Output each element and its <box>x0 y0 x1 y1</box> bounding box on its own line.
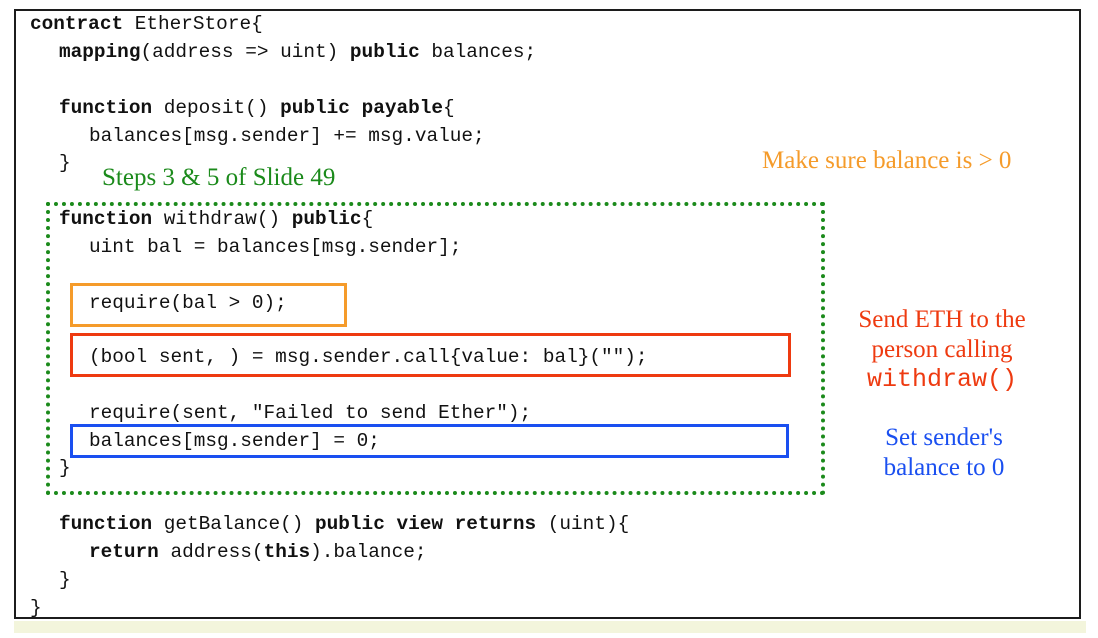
keyword: public <box>280 97 350 119</box>
send-eth-annotation: Send ETH to the person calling withdraw(… <box>832 305 1052 395</box>
set-balance-line-2: balance to 0 <box>883 454 1005 481</box>
keyword: mapping <box>59 41 141 63</box>
set-balance-annotation: Set sender's balance to 0 <box>844 423 1044 483</box>
keyword: view <box>396 513 444 535</box>
keyword: function <box>59 513 153 535</box>
code-text: { <box>443 97 455 119</box>
code-text: address( <box>158 541 264 563</box>
code-line-deposit-signature: function deposit() public payable{ <box>59 94 455 122</box>
keyword: contract <box>30 13 124 35</box>
keyword: returns <box>454 513 537 535</box>
code-text: EtherStore{ <box>123 13 263 35</box>
bottom-strip <box>14 621 1086 633</box>
reset-highlight-box <box>70 424 789 458</box>
keyword: this <box>263 541 311 563</box>
keyword: return <box>89 541 159 563</box>
steps-annotation: Steps 3 & 5 of Slide 49 <box>102 164 336 191</box>
code-line-deposit-body: balances[msg.sender] += msg.value; <box>89 125 485 147</box>
keyword: function <box>59 97 153 119</box>
code-text: balances; <box>419 41 537 63</box>
keyword: payable <box>361 97 444 119</box>
code-line-contract: contract EtherStore{ <box>30 10 263 38</box>
call-highlight-box <box>70 333 791 377</box>
code-text: deposit() <box>152 97 281 119</box>
code-line-deposit-close: } <box>59 152 71 174</box>
code-line-getbalance-signature: function getBalance() public view return… <box>59 510 629 538</box>
send-eth-line-1: Send ETH to the <box>858 306 1026 333</box>
require-highlight-box <box>70 283 347 327</box>
set-balance-line-1: Set sender's <box>885 424 1003 451</box>
code-line-return: return address(this).balance; <box>89 538 426 566</box>
code-line-contract-close: } <box>30 597 42 619</box>
send-eth-line-2: person calling <box>871 336 1013 363</box>
code-text: (address => uint) <box>140 41 350 63</box>
code-text: getBalance() <box>152 513 316 535</box>
code-line-mapping: mapping(address => uint) public balances… <box>59 38 536 66</box>
code-text: ).balance; <box>310 541 427 563</box>
keyword: public <box>315 513 385 535</box>
balance-check-annotation: Make sure balance is > 0 <box>762 147 1012 174</box>
code-line-getbalance-close: } <box>59 569 71 591</box>
code-text: (uint){ <box>536 513 630 535</box>
keyword: public <box>349 41 420 63</box>
send-eth-line-3: withdraw() <box>866 365 1018 394</box>
